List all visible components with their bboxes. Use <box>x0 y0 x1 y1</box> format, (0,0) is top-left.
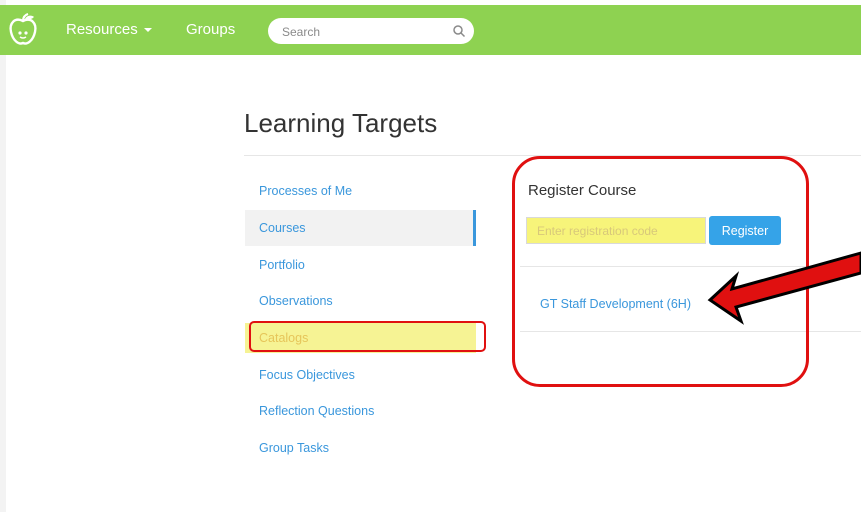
sidebar-item-group-tasks[interactable]: Group Tasks <box>245 430 476 466</box>
apple-logo-icon[interactable] <box>8 13 38 47</box>
window-left-edge <box>0 0 6 512</box>
page-title: Learning Targets <box>244 108 438 138</box>
annotation-arrow-icon <box>707 251 861 325</box>
caret-down-icon <box>143 28 152 33</box>
nav-resources-menu[interactable]: Resources <box>66 21 152 38</box>
catalogs-annotation-box <box>249 321 486 352</box>
search-input[interactable] <box>280 22 444 42</box>
nav-groups-link[interactable]: Groups <box>186 21 235 38</box>
search-box <box>268 18 474 44</box>
search-icon[interactable] <box>452 24 466 38</box>
sidebar-item-processes-of-me[interactable]: Processes of Me <box>245 173 476 209</box>
sidebar-item-observations[interactable]: Observations <box>245 283 476 319</box>
nav-resources-label: Resources <box>66 21 138 38</box>
sidebar-item-focus-objectives[interactable]: Focus Objectives <box>245 357 476 393</box>
sidebar-item-portfolio[interactable]: Portfolio <box>245 247 476 283</box>
top-navbar: Resources Groups <box>0 5 861 55</box>
sidebar-item-courses[interactable]: Courses <box>245 210 476 246</box>
sidebar-item-reflection-questions[interactable]: Reflection Questions <box>245 393 476 429</box>
